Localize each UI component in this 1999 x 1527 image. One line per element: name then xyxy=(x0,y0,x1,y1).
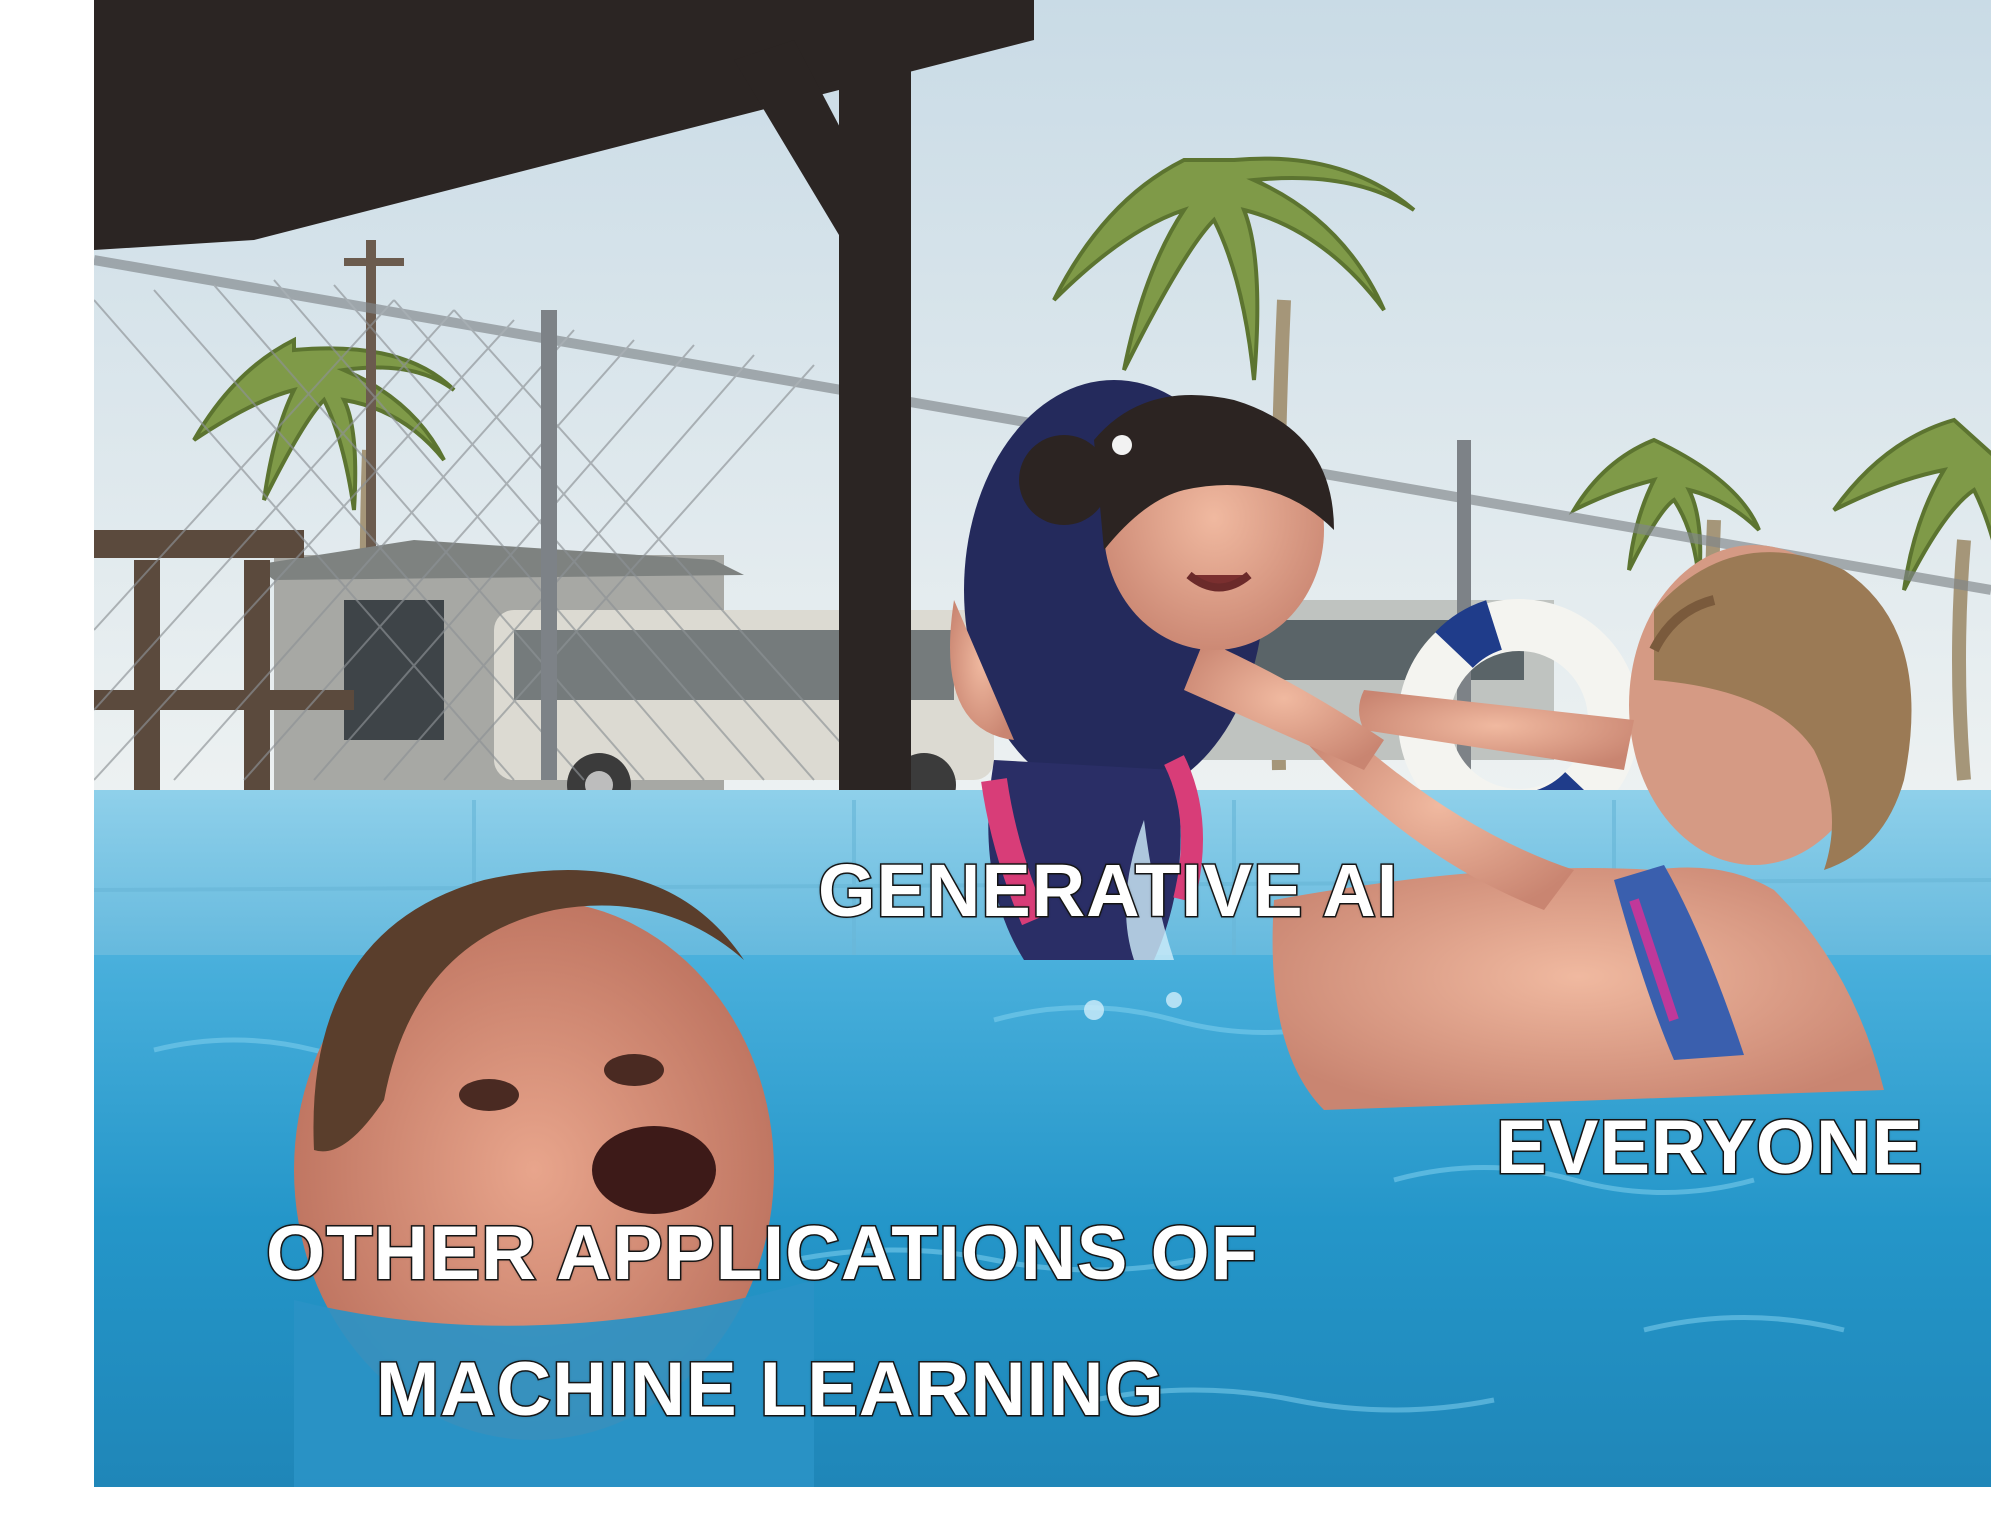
fence-post xyxy=(541,310,557,780)
caption-everyone: EVERYONE xyxy=(1495,1104,1925,1192)
caption-other-applications-line2: MACHINE LEARNING xyxy=(375,1346,1166,1434)
meme-photo: GENERATIVE AI EVERYONE OTHER APPLICATION… xyxy=(94,0,1991,1487)
caption-generative-ai: GENERATIVE AI xyxy=(816,848,1399,934)
caption-other-applications-line1: OTHER APPLICATIONS OF xyxy=(264,1210,1259,1298)
